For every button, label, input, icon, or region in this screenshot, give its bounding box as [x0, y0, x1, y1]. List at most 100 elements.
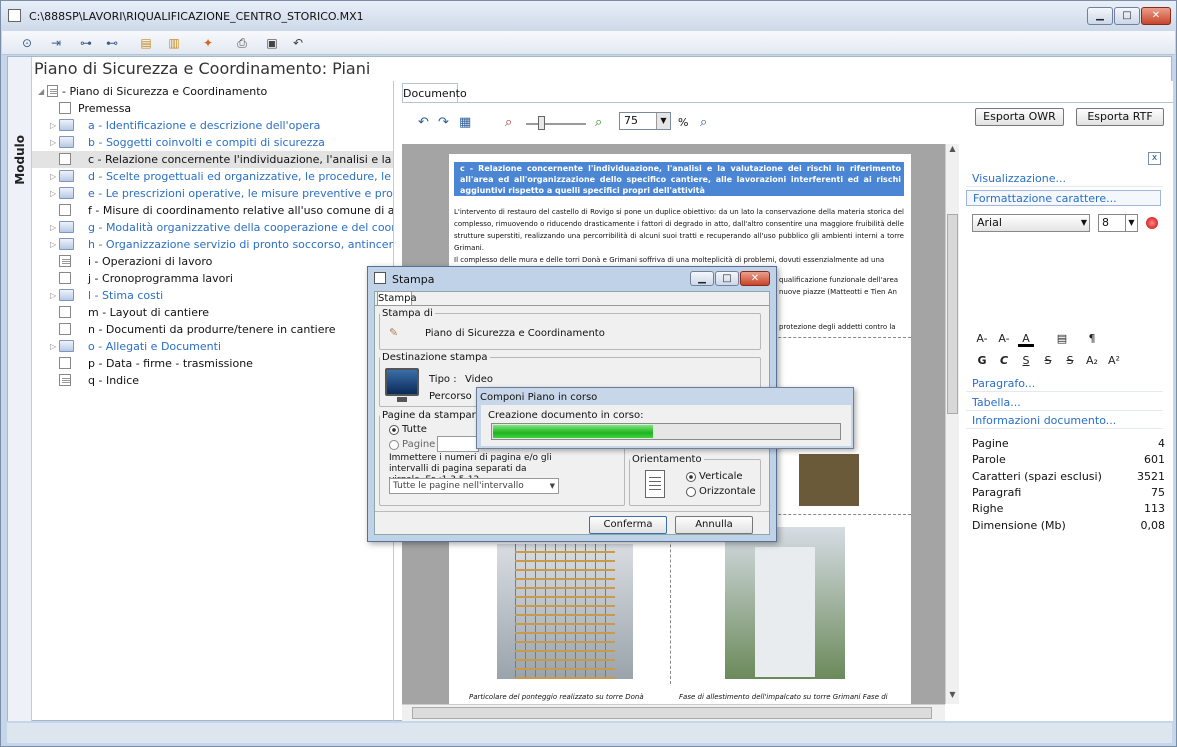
strikethrough-icon[interactable]: S: [1040, 353, 1056, 369]
print-dialog-title: Stampa: [392, 273, 435, 286]
collapse-icon[interactable]: ◢: [38, 83, 46, 100]
tab-stampa[interactable]: Stampa: [377, 291, 417, 306]
zoom-slider[interactable]: [526, 123, 586, 125]
maximize-button[interactable]: □: [1114, 7, 1140, 25]
expand-icon[interactable]: ▷: [50, 185, 58, 202]
radio-verticale[interactable]: [686, 472, 696, 482]
section-paragrafo[interactable]: Paragrafo...: [966, 376, 1163, 392]
font-name-select[interactable]: Arial ▼: [972, 214, 1090, 232]
zoom-slider-thumb[interactable]: [538, 116, 545, 130]
tree-item[interactable]: ▷ e - Le prescrizioni operative, le misur…: [32, 185, 393, 202]
expand-icon[interactable]: ▷: [50, 338, 58, 355]
scroll-down-icon[interactable]: ▼: [946, 690, 959, 703]
dialog-close-button[interactable]: ✕: [740, 271, 770, 286]
page-setup-icon[interactable]: ▦: [459, 115, 471, 133]
radio-orizzontale[interactable]: [686, 487, 696, 497]
section-tabella[interactable]: Tabella...: [966, 395, 1163, 411]
export-owr-button[interactable]: Esporta OWR: [975, 108, 1064, 126]
font-smaller-icon[interactable]: A-: [974, 331, 990, 347]
section-visualizzazione[interactable]: Visualizzazione...: [966, 171, 1163, 187]
superscript-icon[interactable]: A²: [1106, 353, 1122, 369]
tree-item[interactable]: ▷ l - Stima costi: [32, 287, 393, 304]
panel-close-button[interactable]: x: [1148, 152, 1161, 165]
dialog-maximize-button[interactable]: □: [715, 271, 739, 286]
zoom-in-icon[interactable]: ⌕: [595, 115, 602, 133]
import-icon[interactable]: ▤: [138, 35, 154, 51]
tree-item[interactable]: j - Cronoprogramma lavori: [32, 270, 393, 287]
cancel-button[interactable]: Annulla: [675, 516, 753, 534]
redo-icon[interactable]: ↷: [438, 115, 449, 133]
tree-item[interactable]: i - Operazioni di lavoro: [32, 253, 393, 270]
color-picker-icon[interactable]: [1146, 217, 1158, 229]
confirm-button[interactable]: Conferma: [589, 516, 667, 534]
module-tab[interactable]: Modulo: [8, 57, 32, 721]
expand-icon[interactable]: ▷: [50, 287, 58, 304]
zoom-select[interactable]: 75 ▼: [619, 112, 671, 130]
expand-icon[interactable]: ▷: [50, 219, 58, 236]
undo-icon[interactable]: ↶: [418, 115, 429, 133]
document-icon: [59, 374, 71, 386]
italic-icon[interactable]: C: [996, 353, 1012, 369]
tree-remove-icon[interactable]: ⊷: [104, 35, 120, 51]
section-informazioni[interactable]: Informazioni documento...: [966, 413, 1163, 429]
radio-pagine[interactable]: [389, 440, 399, 450]
tree-item[interactable]: ▷ d - Scelte progettuali ed organizzative…: [32, 168, 393, 185]
scroll-thumb[interactable]: [947, 214, 958, 414]
tree-item[interactable]: ▷ g - Modalità organizzative della cooper…: [32, 219, 393, 236]
font-size-select[interactable]: 8 ▼: [1098, 214, 1138, 232]
tab-documento[interactable]: Documento: [402, 83, 467, 103]
exit-icon[interactable]: ⇥: [48, 35, 64, 51]
font-color-a-icon[interactable]: A: [1018, 331, 1034, 347]
tree-item[interactable]: Premessa: [32, 100, 393, 117]
tree-item[interactable]: ▷ h - Organizzazione servizio di pronto s…: [32, 236, 394, 253]
tree-item[interactable]: f - Misure di coordinamento relative all…: [32, 202, 393, 219]
folder-icon: [59, 238, 74, 250]
tree-item-label: h - Organizzazione servizio di pronto so…: [88, 238, 394, 251]
radio-orizzontale-label: Orizzontale: [699, 486, 756, 497]
export-icon[interactable]: ▥: [166, 35, 182, 51]
tree-item[interactable]: c - Relazione concernente l'individuazio…: [32, 151, 393, 168]
pilcrow-icon[interactable]: ¶: [1084, 331, 1100, 347]
percorso-label: Percorso: [429, 391, 472, 402]
scroll-thumb[interactable]: [412, 707, 932, 719]
search-icon[interactable]: ⌕: [700, 115, 707, 133]
underline-icon[interactable]: S: [1018, 353, 1034, 369]
subscript-icon[interactable]: A₂: [1084, 353, 1100, 369]
pages-input[interactable]: [437, 436, 479, 452]
expand-icon[interactable]: ▷: [50, 117, 58, 134]
highlight-icon[interactable]: ▤: [1054, 331, 1070, 347]
tree-add-icon[interactable]: ⊶: [78, 35, 94, 51]
minimize-button[interactable]: ▁: [1087, 7, 1113, 25]
range-select[interactable]: Tutte le pagine nell'intervallo ▼: [389, 478, 559, 494]
bold-icon[interactable]: G: [974, 353, 990, 369]
undo-icon[interactable]: ↶: [290, 35, 306, 51]
expand-icon[interactable]: ▷: [50, 168, 58, 185]
tree-item[interactable]: ▷ a - Identificazione e descrizione dell'…: [32, 117, 393, 134]
zoom-out-icon[interactable]: ⌕: [505, 115, 512, 133]
tree-item[interactable]: ▷ o - Allegati e Documenti: [32, 338, 393, 355]
double-strikethrough-icon[interactable]: S: [1062, 353, 1078, 369]
print-icon[interactable]: ⎙: [234, 35, 250, 51]
dialog-minimize-button[interactable]: ▁: [690, 271, 714, 286]
close-button[interactable]: ✕: [1141, 7, 1171, 25]
save-icon[interactable]: ▣: [264, 35, 280, 51]
font-smaller-alt-icon[interactable]: A-: [996, 331, 1012, 347]
tree-item[interactable]: ▷ b - Soggetti coinvolti e compiti di sic…: [32, 134, 393, 151]
document-icon: [47, 85, 58, 97]
tree-item[interactable]: n - Documenti da produrre/tenere in cant…: [32, 321, 393, 338]
home-icon[interactable]: ⊙: [19, 35, 35, 51]
section-formattazione[interactable]: Formattazione carattere...: [966, 190, 1161, 206]
radio-tutte[interactable]: [389, 425, 399, 435]
tree-item[interactable]: q - Indice: [32, 372, 393, 389]
horizontal-scrollbar[interactable]: [402, 704, 945, 721]
export-rtf-button[interactable]: Esporta RTF: [1076, 108, 1164, 126]
tree-root[interactable]: ◢ - Piano di Sicurezza e Coordinamento: [32, 83, 393, 100]
scroll-up-icon[interactable]: ▲: [946, 144, 959, 157]
tree-item[interactable]: m - Layout di cantiere: [32, 304, 393, 321]
expand-icon[interactable]: ▷: [50, 134, 58, 151]
vertical-scrollbar[interactable]: ▲ ▼: [945, 144, 959, 704]
compose-icon[interactable]: ✦: [200, 35, 216, 51]
tree-item-label: o - Allegati e Documenti: [88, 340, 221, 353]
expand-icon[interactable]: ▷: [50, 236, 58, 253]
tree-item[interactable]: p - Data - firme - trasmissione: [32, 355, 393, 372]
